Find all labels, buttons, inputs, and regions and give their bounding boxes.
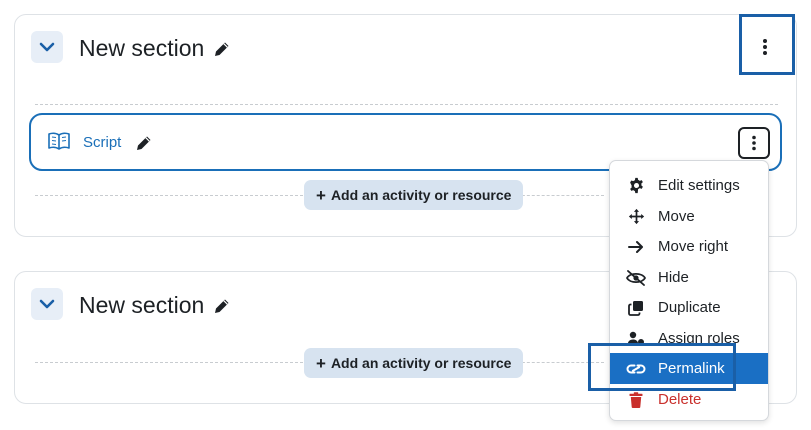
edit-title-pencil-icon[interactable] bbox=[213, 40, 231, 58]
gear-icon bbox=[626, 176, 646, 196]
eye-slash-icon bbox=[626, 268, 646, 288]
menu-item-label: Hide bbox=[658, 269, 689, 286]
menu-item-duplicate[interactable]: Duplicate bbox=[610, 292, 768, 323]
book-icon bbox=[47, 131, 71, 156]
edit-title-pencil-icon[interactable] bbox=[213, 297, 231, 315]
menu-item-label: Delete bbox=[658, 391, 702, 408]
plus-icon: + bbox=[316, 353, 326, 373]
add-activity-button[interactable]: + Add an activity or resource bbox=[304, 348, 524, 378]
menu-item-label: Duplicate bbox=[658, 299, 721, 316]
highlight-permalink-item bbox=[588, 343, 736, 391]
copy-icon bbox=[626, 298, 646, 318]
plus-icon: + bbox=[316, 185, 326, 205]
add-activity-button[interactable]: + Add an activity or resource bbox=[304, 180, 524, 210]
section-divider bbox=[35, 104, 778, 105]
arrow-right-icon bbox=[626, 237, 646, 257]
menu-item-move-right[interactable]: Move right bbox=[610, 231, 768, 262]
section-title-text: New section bbox=[79, 35, 205, 61]
edit-activity-name-pencil-icon[interactable] bbox=[135, 134, 153, 157]
section-divider bbox=[512, 195, 604, 196]
menu-item-hide[interactable]: Hide bbox=[610, 262, 768, 293]
kebab-icon bbox=[752, 135, 756, 151]
menu-item-label: Move right bbox=[658, 238, 729, 255]
move-arrows-icon bbox=[626, 207, 646, 227]
chevron-down-icon bbox=[39, 42, 55, 52]
activity-name-link[interactable]: Script bbox=[83, 134, 121, 151]
trash-icon bbox=[626, 390, 646, 410]
menu-item-label: Move bbox=[658, 208, 695, 225]
menu-item-move[interactable]: Move bbox=[610, 201, 768, 232]
menu-item-edit-settings[interactable]: Edit settings bbox=[610, 170, 768, 201]
chevron-down-icon bbox=[39, 299, 55, 309]
add-activity-label: Add an activity or resource bbox=[330, 187, 512, 203]
section-divider bbox=[35, 362, 303, 363]
collapse-section-button[interactable] bbox=[31, 288, 63, 320]
menu-item-label: Edit settings bbox=[658, 177, 740, 194]
section-title: New section bbox=[79, 292, 231, 319]
highlight-section-menu-button bbox=[739, 14, 795, 75]
add-activity-label: Add an activity or resource bbox=[330, 355, 512, 371]
section-title: New section bbox=[79, 35, 231, 62]
activity-actions-menu-button[interactable] bbox=[738, 127, 770, 159]
collapse-section-button[interactable] bbox=[31, 31, 63, 63]
section-title-text: New section bbox=[79, 292, 205, 318]
section-divider bbox=[35, 195, 303, 196]
